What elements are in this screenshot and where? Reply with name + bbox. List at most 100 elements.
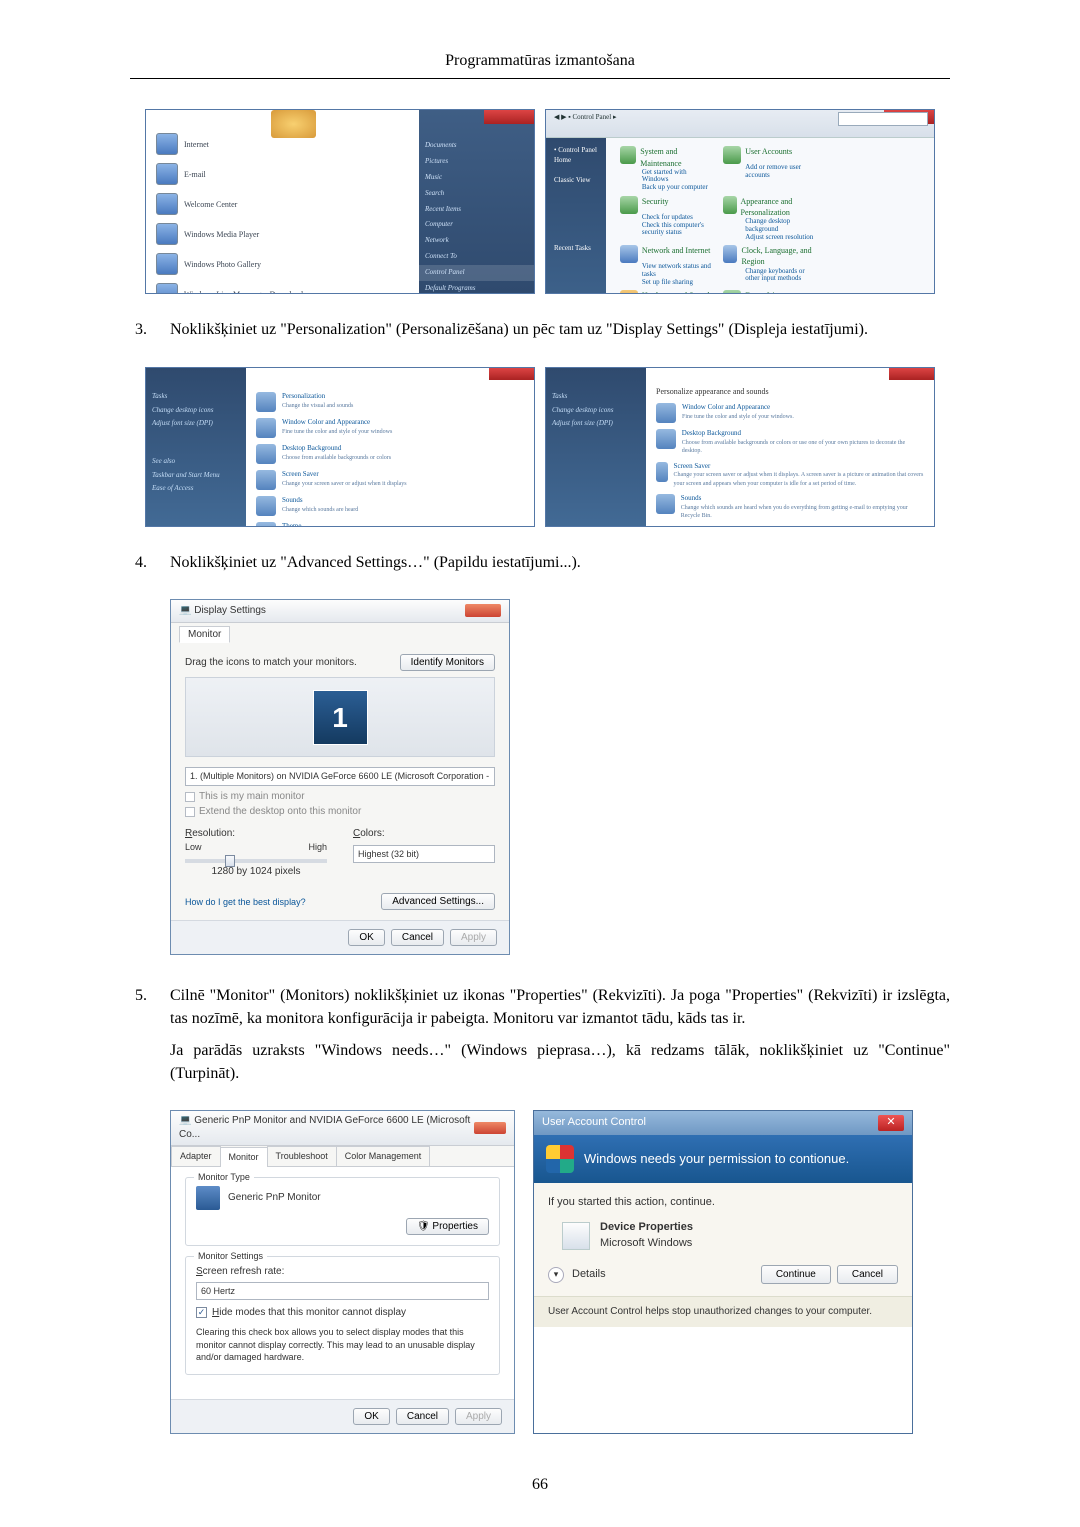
help-link[interactable]: How do I get the best display?: [185, 896, 306, 909]
ok-button[interactable]: OK: [348, 929, 384, 946]
screenshot-row-personalization: Tasks Change desktop icons Adjust font s…: [130, 367, 950, 527]
side-item-control-panel: Control Panel: [419, 265, 534, 281]
screenshot-row-display-settings: 💻 Display Settings Monitor Drag the icon…: [170, 599, 950, 955]
dialog-title-bar: User Account Control ✕: [534, 1111, 912, 1135]
step-text: Ja parādās uzraksts "Windows needs…" (Wi…: [170, 1040, 950, 1085]
item-title: Sounds: [282, 496, 358, 506]
program-label: Windows Photo Gallery: [184, 259, 261, 270]
resolution-slider[interactable]: [185, 859, 327, 863]
monitor-icon: [196, 1186, 220, 1210]
details-link[interactable]: Details: [572, 1267, 606, 1282]
monitor-preview[interactable]: 1: [185, 677, 495, 757]
item-icon: [656, 403, 676, 423]
program-icon: [156, 223, 178, 245]
colors-label: olors:: [360, 828, 384, 839]
colors-select[interactable]: Highest (32 bit): [353, 845, 495, 864]
advanced-settings-button[interactable]: Advanced Settings...: [381, 893, 495, 910]
item-desc: Fine tune the color and style of your wi…: [282, 428, 392, 436]
chevron-down-icon[interactable]: ▾: [548, 1267, 564, 1283]
item-desc: Change which sounds are heard when you d…: [681, 504, 924, 521]
start-menu-right-side: Documents Pictures Music Search Recent I…: [419, 110, 534, 293]
monitor-select[interactable]: 1. (Multiple Monitors) on NVIDIA GeForce…: [185, 767, 495, 786]
category-sub: Back up your computer: [642, 184, 713, 192]
category-sub: View network status and tasks: [642, 263, 713, 278]
hide-modes-checkbox[interactable]: ✓ Hide modes that this monitor cannot di…: [196, 1306, 489, 1320]
close-icon[interactable]: ✕: [878, 1115, 904, 1131]
item-icon: [656, 462, 668, 482]
step-number: 3.: [130, 319, 170, 351]
side-item: Pictures: [419, 154, 534, 170]
properties-button[interactable]: 🛡 Properties: [406, 1218, 489, 1235]
side-item: Connect To: [419, 249, 534, 265]
search-input: [838, 112, 928, 126]
refresh-rate-select[interactable]: 60 Hertz: [196, 1282, 489, 1301]
item-desc: Fine tune the color and style of your wi…: [682, 413, 794, 421]
program-icon: [562, 1222, 590, 1250]
dialog-title: Generic PnP Monitor and NVIDIA GeForce 6…: [179, 1115, 470, 1140]
adapter-tab[interactable]: Adapter: [171, 1146, 221, 1166]
program-label: Windows Live Messenger Download: [184, 289, 303, 295]
dialog-title-bar: 💻 Display Settings: [171, 600, 509, 623]
control-panel-categories: System and MaintenanceGet started with W…: [606, 138, 934, 294]
clock-icon: [723, 245, 737, 263]
continue-button[interactable]: Continue: [761, 1265, 831, 1284]
cancel-button[interactable]: Cancel: [391, 929, 444, 946]
cp-classic-view: Classic View: [554, 176, 591, 184]
cancel-button[interactable]: Cancel: [837, 1265, 898, 1284]
program-name: Device Properties: [600, 1220, 693, 1235]
color-management-tab[interactable]: Color Management: [336, 1146, 431, 1166]
apply-button[interactable]: Apply: [450, 929, 497, 946]
side-item: Network: [419, 233, 534, 249]
close-icon: [484, 110, 534, 124]
monitor-1-icon[interactable]: 1: [313, 690, 368, 745]
appearance-icon: [723, 196, 736, 214]
monitor-tab[interactable]: Monitor: [220, 1147, 268, 1167]
apply-button[interactable]: Apply: [455, 1408, 502, 1425]
monitor-type-group: Monitor Type Generic PnP Monitor 🛡 Prope…: [185, 1177, 500, 1246]
troubleshoot-tab[interactable]: Troubleshoot: [267, 1146, 337, 1166]
ok-button[interactable]: OK: [353, 1408, 389, 1425]
close-icon[interactable]: [474, 1122, 506, 1134]
close-icon[interactable]: [465, 604, 501, 617]
cp-home: Control Panel Home: [554, 146, 597, 164]
cancel-button[interactable]: Cancel: [396, 1408, 449, 1425]
group-legend: Monitor Settings: [194, 1250, 267, 1263]
side-item: Adjust font size (DPI): [552, 419, 640, 429]
page-number: 66: [130, 1474, 950, 1496]
monitor-name: Generic PnP Monitor: [228, 1191, 321, 1205]
category-head: User Accounts: [745, 146, 792, 164]
item-title: Screen Saver: [282, 470, 407, 480]
screenshot-row-monitor-properties: 💻 Generic PnP Monitor and NVIDIA GeForce…: [170, 1110, 950, 1434]
program-label: Windows Media Player: [184, 229, 259, 240]
identify-monitors-button[interactable]: Identify Monitors: [400, 654, 495, 671]
category-sub: Adjust screen resolution: [745, 234, 816, 242]
item-title: Window Color and Appearance: [282, 418, 392, 428]
side-item: Documents: [419, 138, 534, 154]
category-head: Appearance and Personalization: [741, 196, 817, 218]
item-desc: Change the visual and sounds: [282, 402, 353, 410]
program-label: Welcome Center: [184, 199, 237, 210]
item-icon: [256, 496, 276, 516]
item-title: Screen Saver: [674, 462, 924, 472]
slider-thumb[interactable]: [225, 855, 235, 867]
program-icon: [156, 163, 178, 185]
item-icon: [656, 494, 675, 514]
item-icon: [256, 444, 276, 464]
item-desc: Change your screen saver or adjust when …: [674, 471, 924, 488]
monitor-tab[interactable]: Monitor: [179, 626, 230, 643]
side-item: Taskbar and Start Menu: [152, 471, 240, 481]
close-icon: [889, 368, 934, 380]
category-sub: Set up file sharing: [642, 279, 713, 287]
main-monitor-checkbox: This is my main monitor: [185, 790, 495, 804]
personalization-sidebar: Tasks Change desktop icons Adjust font s…: [546, 368, 646, 526]
hardware-icon: [620, 290, 638, 294]
uac-headband: Windows needs your permission to contion…: [534, 1135, 912, 1183]
item-title: Desktop Background: [282, 444, 391, 454]
category-head: Clock, Language, and Region: [741, 245, 816, 267]
security-icon: [620, 196, 638, 214]
item-desc: Change which sounds are heard: [282, 506, 358, 514]
screenshot-start-menu: Internet E-mail Welcome Center Windows M…: [145, 109, 535, 294]
category-sub: Change keyboards or other input methods: [745, 268, 816, 283]
item-desc: Choose from available backgrounds or col…: [682, 439, 924, 456]
program-icon: [156, 133, 178, 155]
